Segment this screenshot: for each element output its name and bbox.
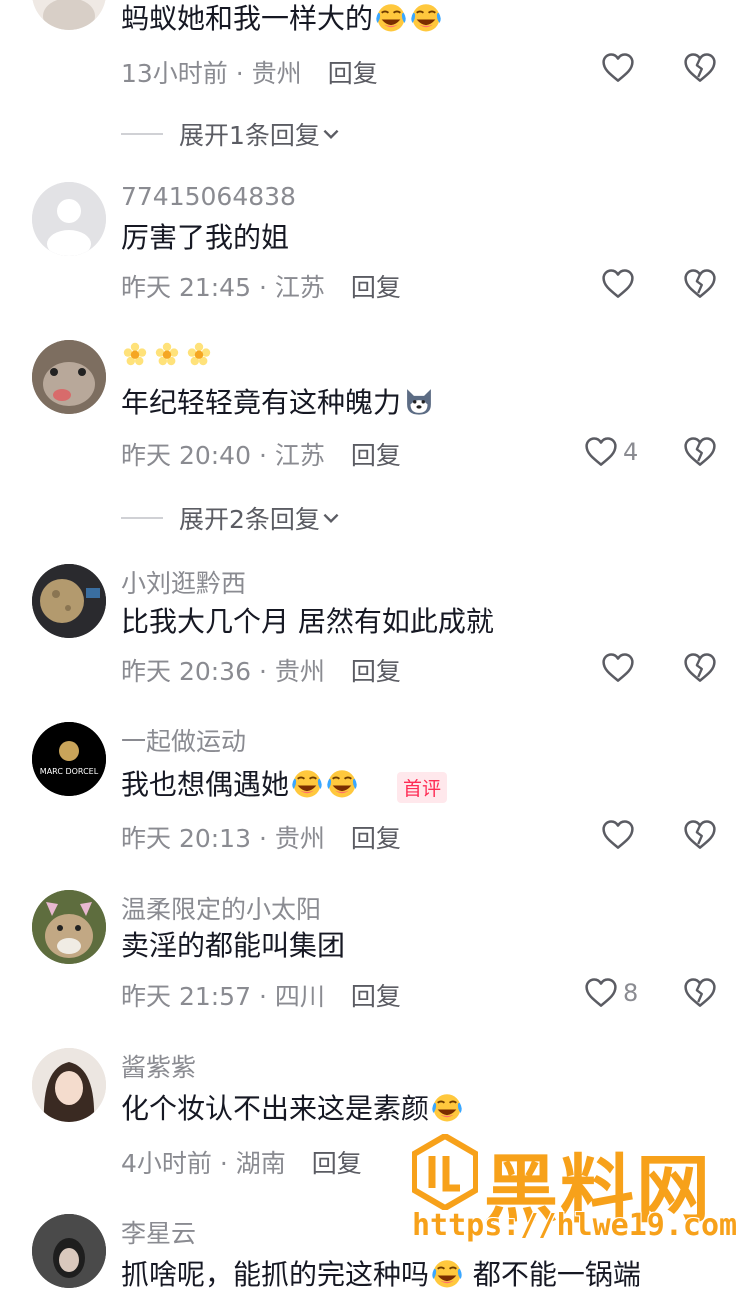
comment-text: 蚂蚁她和我一样大的 — [121, 0, 443, 37]
expand-replies-button[interactable]: 展开2条回复 — [121, 500, 342, 536]
flower-emoji — [185, 340, 213, 368]
reply-button[interactable]: 回复 — [351, 657, 401, 686]
husky-emoji — [402, 384, 436, 418]
like-button[interactable]: 4 — [583, 434, 638, 470]
dislike-button[interactable] — [682, 266, 718, 306]
heart-icon — [600, 817, 636, 853]
flower-emoji — [153, 340, 181, 368]
laughing-crying-emoji — [325, 766, 359, 800]
chevron-down-icon — [320, 123, 342, 145]
heart-icon — [600, 266, 636, 302]
heart-icon — [600, 50, 636, 86]
avatar[interactable] — [32, 1048, 106, 1122]
comment-meta: 13小时前 · 贵州 回复 — [121, 59, 378, 88]
like-count: 8 — [623, 979, 639, 1007]
like-button[interactable] — [600, 650, 636, 686]
comment-text: 卖淫的都能叫集团 — [121, 929, 346, 962]
flower-emoji — [121, 340, 149, 368]
expand-replies-button[interactable]: 展开1条回复 — [121, 116, 342, 152]
like-count: 4 — [623, 438, 639, 466]
comment-text: 年纪轻轻竟有这种魄力 — [121, 384, 436, 421]
avatar[interactable] — [32, 0, 106, 30]
laughing-crying-emoji — [430, 1256, 464, 1290]
watermark-url: https://hlwe19.com — [412, 1208, 738, 1243]
watermark: 黑料网 https://hlwe19.com — [412, 1130, 742, 1250]
avatar[interactable] — [32, 1214, 106, 1288]
comment-meta: 昨天 20:36 · 贵州 回复 — [121, 657, 401, 686]
comment-meta: 昨天 20:13 · 贵州 回复 — [121, 824, 401, 853]
laughing-crying-emoji — [374, 0, 408, 34]
comment-meta: 昨天 21:57 · 四川 回复 — [121, 982, 401, 1011]
comment-text: 化个妆认不出来这是素颜 — [121, 1090, 464, 1127]
comment-meta: 4小时前 · 湖南 回复 — [121, 1149, 362, 1178]
comment-text: 厉害了我的姐 — [121, 221, 290, 254]
dislike-button[interactable] — [682, 50, 718, 90]
like-button[interactable] — [600, 50, 636, 86]
username[interactable]: 温柔限定的小太阳 — [121, 890, 321, 926]
username[interactable]: 77415064838 — [121, 182, 296, 211]
laughing-crying-emoji — [409, 0, 443, 34]
reply-button[interactable]: 回复 — [351, 441, 401, 470]
reply-button[interactable]: 回复 — [351, 824, 401, 853]
username[interactable]: 李星云 — [121, 1214, 196, 1250]
username[interactable]: 酱紫紫 — [121, 1048, 196, 1084]
avatar[interactable] — [32, 890, 106, 964]
reply-button[interactable]: 回复 — [351, 982, 401, 1011]
like-button[interactable]: 8 — [583, 975, 638, 1011]
comment-meta: 昨天 21:45 · 江苏 回复 — [121, 273, 401, 302]
like-button[interactable] — [600, 817, 636, 853]
avatar[interactable] — [32, 340, 106, 414]
reply-button[interactable]: 回复 — [328, 59, 378, 88]
reply-button[interactable]: 回复 — [351, 273, 401, 302]
heart-icon — [583, 975, 619, 1011]
username[interactable]: 一起做运动 — [121, 722, 246, 758]
laughing-crying-emoji — [290, 766, 324, 800]
first-comment-badge: 首评 — [397, 772, 448, 803]
laughing-crying-emoji — [430, 1090, 464, 1124]
heart-icon — [600, 650, 636, 686]
broken-heart-icon — [682, 650, 718, 686]
watermark-logo-icon — [412, 1134, 478, 1210]
comment-meta: 昨天 20:40 · 江苏 回复 — [121, 441, 401, 470]
broken-heart-icon — [682, 975, 718, 1011]
like-button[interactable] — [600, 266, 636, 302]
avatar-logo-text: MARC DORCEL — [40, 767, 99, 776]
broken-heart-icon — [682, 50, 718, 86]
broken-heart-icon — [682, 266, 718, 302]
dislike-button[interactable] — [682, 817, 718, 857]
divider — [121, 133, 163, 135]
comment-text: 抓啥呢，能抓的完这种吗 都不能一锅端 — [121, 1256, 641, 1291]
broken-heart-icon — [682, 817, 718, 853]
broken-heart-icon — [682, 434, 718, 470]
comment-text: 我也想偶遇她 — [121, 766, 359, 803]
avatar[interactable] — [32, 564, 106, 638]
divider — [121, 517, 163, 519]
username-emoji-row — [121, 340, 213, 368]
avatar[interactable] — [32, 182, 106, 256]
comment-text: 比我大几个月 居然有如此成就 — [121, 605, 494, 638]
avatar[interactable]: MARC DORCEL — [32, 722, 106, 796]
reply-button[interactable]: 回复 — [312, 1149, 362, 1178]
username[interactable]: 小刘逛黔西 — [121, 564, 246, 600]
chevron-down-icon — [320, 507, 342, 529]
dislike-button[interactable] — [682, 650, 718, 690]
dislike-button[interactable] — [682, 975, 718, 1015]
dislike-button[interactable] — [682, 434, 718, 474]
heart-icon — [583, 434, 619, 470]
